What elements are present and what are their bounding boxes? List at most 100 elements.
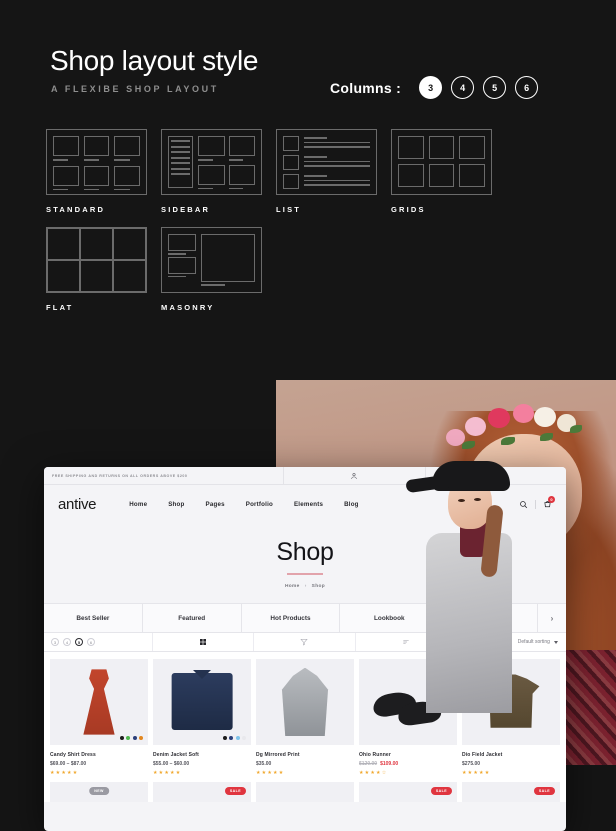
grid-view-icon: [199, 639, 206, 645]
product-card[interactable]: Dg Mirrored Print $35.00 ★★★★★: [256, 659, 354, 776]
columns-option-6[interactable]: 6: [515, 76, 539, 99]
swatch[interactable]: [132, 736, 137, 740]
column-option-3[interactable]: 3: [51, 638, 59, 646]
product-rating: ★★★★★: [462, 770, 491, 776]
layout-thumbnails: STANDARD SIDEBAR LIST GRIDS FLAT MASONRY: [46, 129, 566, 325]
product-card[interactable]: NEW: [50, 782, 148, 802]
product-rating: ★★★★★: [256, 770, 285, 776]
filter-button[interactable]: [254, 633, 356, 651]
shop-page-mockup: FREE SHIPPING AND RETURNS ON ALL ORDERS …: [44, 467, 566, 831]
column-option-5[interactable]: 5: [75, 638, 83, 646]
product-card[interactable]: Denim Jacket Soft $55.00 – $60.00 ★★★★★: [153, 659, 251, 776]
list-view-button[interactable]: [356, 633, 458, 651]
swatch[interactable]: [229, 736, 233, 740]
site-navbar: antive Home Shop Pages Portfolio Element…: [44, 485, 566, 523]
breadcrumb-separator: ›: [304, 583, 307, 589]
swatch[interactable]: [126, 736, 130, 740]
preview-cell: [198, 136, 225, 161]
layout-row-1: STANDARD SIDEBAR LIST GRIDS: [46, 129, 566, 214]
product-sale-price: $109.00: [380, 761, 399, 767]
column-option-6[interactable]: 6: [87, 638, 95, 646]
preview-cell: [83, 165, 110, 191]
product-price: $35.00: [256, 761, 272, 767]
color-swatches: [222, 736, 246, 740]
chevron-down-icon: [553, 640, 558, 644]
sidebar-grid: [198, 136, 255, 190]
tab-lookbook[interactable]: Lookbook: [340, 604, 440, 632]
layout-option-sidebar[interactable]: SIDEBAR: [161, 129, 262, 214]
wishlist-link[interactable]: [426, 467, 566, 484]
nav-item-blog[interactable]: Blog: [344, 501, 359, 508]
swatch[interactable]: [242, 736, 246, 740]
product-grid: Candy Shirt Dress $69.00 – $87.00 ★★★★★ …: [44, 652, 566, 776]
sort-value: Default sorting: [517, 639, 550, 645]
nav-item-elements[interactable]: Elements: [294, 501, 323, 508]
nav-item-shop[interactable]: Shop: [168, 501, 184, 508]
grids-preview: [391, 129, 492, 195]
account-link[interactable]: [284, 467, 426, 484]
cart-button[interactable]: 0: [543, 495, 555, 509]
site-logo[interactable]: antive: [58, 496, 97, 513]
product-art-jacket: [256, 659, 354, 745]
product-card[interactable]: SALE: [359, 782, 457, 802]
nav-item-portfolio[interactable]: Portfolio: [246, 501, 273, 508]
preview-cell: [114, 165, 140, 191]
product-old-price: $120.00: [359, 761, 378, 767]
product-card[interactable]: SALE: [462, 782, 560, 802]
product-card[interactable]: Dio Field Jacket $275.00 ★★★★★: [462, 659, 560, 776]
flat-grid: [47, 228, 146, 292]
tab-featured[interactable]: Featured: [143, 604, 242, 632]
cart-count-badge: 0: [548, 495, 555, 503]
layout-option-grids[interactable]: GRIDS: [391, 129, 492, 214]
product-image: SALE: [359, 659, 457, 745]
product-image: SALE: [462, 782, 560, 802]
main-nav: Home Shop Pages Portfolio Elements Blog: [129, 501, 358, 508]
column-option-4[interactable]: 4: [63, 638, 71, 646]
layout-option-masonry[interactable]: MASONRY: [161, 227, 262, 312]
product-rating: ★★★★☆: [359, 770, 388, 776]
tab-hot-products[interactable]: Hot Products: [242, 604, 341, 632]
tab-more[interactable]: More: [439, 604, 538, 632]
product-name: Dio Field Jacket: [462, 752, 503, 758]
swatch[interactable]: [119, 736, 124, 740]
layout-row-2: FLAT MASONRY: [46, 227, 566, 312]
promo-text: FREE SHIPPING AND RETURNS ON ALL ORDERS …: [52, 473, 188, 478]
tab-best-seller[interactable]: Best Seller: [44, 604, 143, 632]
product-image: [256, 782, 354, 802]
promo-message: FREE SHIPPING AND RETURNS ON ALL ORDERS …: [44, 467, 285, 484]
nav-item-home[interactable]: Home: [129, 501, 147, 508]
breadcrumb-shop: Shop: [311, 583, 326, 589]
sort-dropdown[interactable]: Default sorting: [457, 633, 566, 651]
swatch[interactable]: [139, 736, 143, 740]
product-card[interactable]: Candy Shirt Dress $69.00 – $87.00 ★★★★★: [50, 659, 148, 776]
columns-option-4[interactable]: 4: [451, 76, 475, 99]
breadcrumb: Home › Shop: [285, 584, 325, 589]
product-image: [50, 659, 148, 745]
product-rating: ★★★★★: [153, 770, 182, 776]
grid-view-button[interactable]: [153, 633, 255, 651]
product-card[interactable]: [256, 782, 354, 802]
columns-option-5[interactable]: 5: [483, 76, 507, 99]
swatch[interactable]: [235, 736, 240, 740]
preview-cell: [83, 136, 110, 161]
search-icon[interactable]: [519, 500, 528, 509]
masonry-preview: [161, 227, 262, 293]
breadcrumb-home[interactable]: Home: [285, 584, 300, 589]
color-swatches: [119, 736, 143, 740]
product-card[interactable]: SALE Ohio Runner $120.00 $109.00 ★★★★☆: [359, 659, 457, 776]
tabs-next-button[interactable]: ›: [538, 604, 566, 632]
standard-grid: [53, 136, 140, 191]
columns-option-3[interactable]: 3: [419, 76, 443, 99]
product-image: [462, 659, 560, 745]
nav-item-pages[interactable]: Pages: [206, 501, 225, 508]
preview-cell: [114, 136, 140, 161]
preview-list-row: [283, 155, 370, 170]
swatch[interactable]: [222, 736, 227, 740]
preview-cell: [53, 136, 79, 161]
layout-option-list[interactable]: LIST: [276, 129, 377, 214]
product-image: [153, 659, 251, 745]
product-card[interactable]: SALE: [153, 782, 251, 802]
layout-option-standard[interactable]: STANDARD: [46, 129, 147, 214]
preview-cell: [228, 136, 255, 161]
layout-option-flat[interactable]: FLAT: [46, 227, 147, 312]
